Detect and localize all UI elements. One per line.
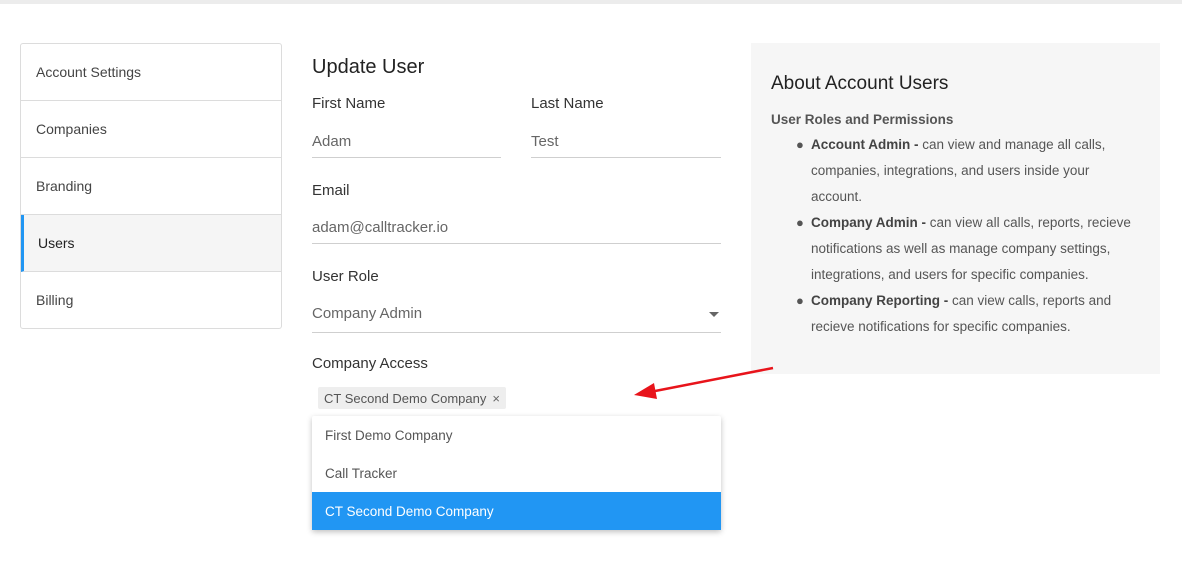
info-subtitle: User Roles and Permissions [771,112,954,127]
last-name-input[interactable] [531,126,721,158]
company-access-label: Company Access [312,355,428,372]
bullet-icon: ● [796,293,804,308]
sidebar-item-companies[interactable]: Companies [21,101,281,158]
bullet-icon: ● [796,215,804,230]
role-name: Account Admin - [811,137,919,152]
email-input[interactable] [312,212,721,244]
user-role-value: Company Admin [312,305,423,322]
page-title: Update User [312,56,425,78]
roles-list: ● Account Admin - can view and manage all… [771,132,1140,340]
sidebar-item-label: Users [38,235,75,251]
bullet-icon: ● [796,137,804,152]
user-role-select[interactable]: Company Admin [312,298,721,333]
user-role-label: User Role [312,268,379,285]
list-item: ● Company Reporting - can view calls, rep… [796,288,1140,340]
red-arrow-icon [634,366,774,399]
list-item: ● Company Admin - can view all calls, rep… [796,210,1140,288]
sidebar-item-billing[interactable]: Billing [21,272,281,328]
email-label: Email [312,182,350,199]
first-name-input[interactable] [312,126,501,158]
dropdown-option-first-demo-company[interactable]: First Demo Company [312,416,721,454]
chip-label: CT Second Demo Company [324,390,487,406]
close-icon[interactable]: × [492,391,500,406]
about-account-users-panel: About Account Users User Roles and Permi… [751,43,1160,374]
sidebar-item-label: Account Settings [36,64,142,80]
update-user-form: Update User First Name Last Name Email U… [312,52,721,532]
dropdown-option-ct-second-demo-company[interactable]: CT Second Demo Company [312,492,721,530]
sidebar-item-label: Branding [36,178,93,194]
company-access-dropdown: First Demo Company Call Tracker CT Secon… [312,416,721,530]
sidebar-item-branding[interactable]: Branding [21,158,281,215]
top-bar [0,0,1182,4]
last-name-label: Last Name [531,95,604,112]
company-chip: CT Second Demo Company × [318,387,506,409]
role-name: Company Admin - [811,215,927,230]
first-name-label: First Name [312,95,386,112]
sidebar-item-label: Billing [36,292,74,308]
caret-down-icon [709,312,719,317]
role-name: Company Reporting - [811,293,949,308]
sidebar-item-users[interactable]: Users [21,215,281,272]
list-item: ● Account Admin - can view and manage all… [796,132,1140,210]
info-title: About Account Users [771,73,949,94]
sidebar-item-account-settings[interactable]: Account Settings [21,44,281,101]
dropdown-option-call-tracker[interactable]: Call Tracker [312,454,721,492]
settings-sidebar: Account Settings Companies Branding User… [20,43,282,329]
sidebar-item-label: Companies [36,121,107,137]
